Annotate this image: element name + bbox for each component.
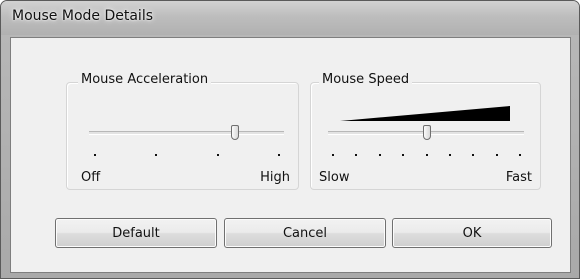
mouse-acceleration-max-label: High: [260, 170, 290, 185]
mouse-acceleration-slider-thumb[interactable]: [230, 125, 239, 140]
mouse-speed-tick: [378, 154, 381, 156]
window-title: Mouse Mode Details: [12, 8, 154, 24]
mouse-acceleration-label: Mouse Acceleration: [78, 72, 212, 87]
mouse-acceleration-tick: [155, 154, 158, 156]
cancel-button[interactable]: Cancel: [224, 218, 386, 248]
mouse-speed-slider-thumb[interactable]: [422, 125, 431, 140]
mouse-speed-label: Mouse Speed: [319, 72, 413, 87]
mouse-acceleration-tick: [94, 154, 96, 156]
mouse-acceleration-min-label: Off: [81, 170, 101, 185]
mouse-acceleration-tick: [216, 154, 219, 156]
mouse-speed-tick: [355, 154, 358, 156]
mouse-acceleration-slider-track[interactable]: [89, 131, 284, 135]
default-button[interactable]: Default: [55, 218, 217, 248]
dialog-body: Mouse Acceleration Off High Mouse Speed …: [10, 37, 571, 273]
speed-ramp-icon: [340, 106, 510, 121]
mouse-acceleration-tick: [278, 154, 280, 156]
ok-button[interactable]: OK: [392, 218, 552, 248]
mouse-mode-details-dialog: Mouse Mode Details Mouse Acceleration Of…: [0, 0, 580, 279]
mouse-speed-min-label: Slow: [319, 170, 350, 185]
mouse-speed-tick: [332, 154, 334, 156]
mouse-acceleration-group: Mouse Acceleration Off High: [66, 72, 299, 190]
mouse-speed-group: Mouse Speed Slow Fast: [310, 72, 541, 190]
mouse-speed-max-label: Fast: [505, 170, 532, 185]
mouse-speed-tick: [448, 154, 451, 156]
mouse-speed-tick: [402, 154, 405, 156]
mouse-speed-tick: [519, 154, 521, 156]
title-bar[interactable]: Mouse Mode Details: [1, 1, 579, 35]
mouse-speed-tick: [472, 154, 475, 156]
mouse-speed-tick: [495, 154, 498, 156]
mouse-speed-tick: [425, 154, 428, 156]
